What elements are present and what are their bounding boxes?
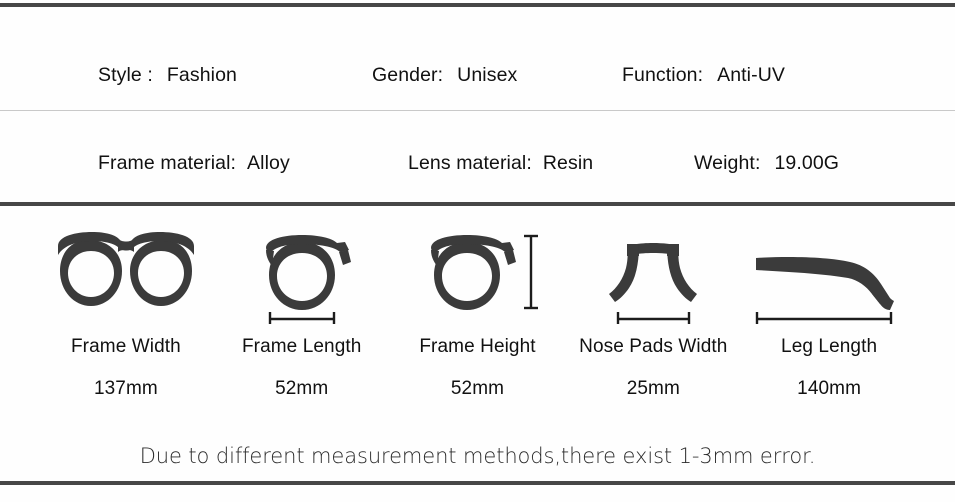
measurement-art-frame-length (214, 212, 390, 324)
spec-label-weight: Weight: (694, 152, 761, 174)
divider-above-measurements (0, 202, 955, 206)
measurement-grid: Frame Width 137mm Frame Length 52mm Fram… (0, 212, 955, 427)
temple-arm-icon (755, 257, 895, 324)
spec-label-function: Function: (622, 64, 704, 86)
single-lens-icon (431, 234, 539, 310)
spec-field-lens-material: Lens material: Resin (408, 152, 594, 174)
measurement-art-nose-pads-width (565, 212, 741, 324)
spec-field-function: Function: Anti-UV (622, 64, 785, 86)
spec-label-style: Style : (98, 64, 153, 86)
spec-field-style: Style : Fashion (98, 64, 237, 86)
measurement-item-frame-height: Frame Height 52mm (390, 212, 566, 400)
spec-label-gender: Gender: (372, 64, 444, 86)
measurement-value: 137mm (93, 378, 158, 399)
spec-value-frame-material: Alloy (247, 152, 290, 174)
measurement-art-leg-length (741, 212, 917, 324)
measurement-art-frame-width (38, 212, 214, 324)
divider-top (0, 3, 955, 7)
single-lens-icon (265, 235, 351, 324)
measurement-item-nose-pads-width: Nose Pads Width 25mm (565, 212, 741, 400)
measurement-art-frame-height (390, 212, 566, 324)
spec-value-weight: 19.00G (774, 152, 840, 174)
product-spec-panel: Style : Fashion Gender: Unisex Function: An… (0, 0, 955, 502)
measurement-name: Frame Width (70, 336, 181, 357)
measurement-item-frame-width: Frame Width 137mm (38, 212, 214, 400)
spec-row-attributes: Style : Fashion Gender: Unisex Function: An… (0, 18, 955, 110)
divider-between-spec-rows (0, 110, 955, 111)
spec-value-function: Anti-UV (717, 64, 785, 86)
measurement-value: 140mm (797, 378, 862, 399)
measurement-value: 25mm (626, 378, 680, 399)
spec-value-style: Fashion (166, 64, 237, 86)
measurement-value: 52mm (275, 378, 329, 399)
spec-field-frame-material: Frame material: Alloy (98, 152, 290, 174)
spec-label-lens-material: Lens material: (408, 152, 532, 174)
nose-bridge-icon (609, 243, 698, 324)
spec-label-frame-material: Frame material: (98, 152, 237, 174)
spec-field-weight: Weight: 19.00G (694, 152, 840, 174)
measurement-value: 52mm (450, 378, 505, 399)
measurement-name: Leg Length (781, 336, 878, 357)
measurement-item-leg-length: Leg Length 140mm (741, 212, 917, 400)
measurement-disclaimer: Due to different measurement methods,the… (139, 444, 816, 468)
measurement-item-frame-length: Frame Length 52mm (214, 212, 390, 400)
eyeglasses-front-icon (57, 232, 194, 306)
measurement-name: Frame Length (241, 336, 362, 357)
measurement-name: Nose Pads Width (579, 336, 728, 357)
spec-value-gender: Unisex (457, 64, 518, 86)
spec-value-lens-material: Resin (542, 152, 594, 174)
spec-row-materials: Frame material: Alloy Lens material: Resin… (0, 112, 955, 204)
measurement-name: Frame Height (419, 336, 536, 357)
spec-field-gender: Gender: Unisex (372, 64, 518, 86)
divider-bottom (0, 481, 955, 485)
